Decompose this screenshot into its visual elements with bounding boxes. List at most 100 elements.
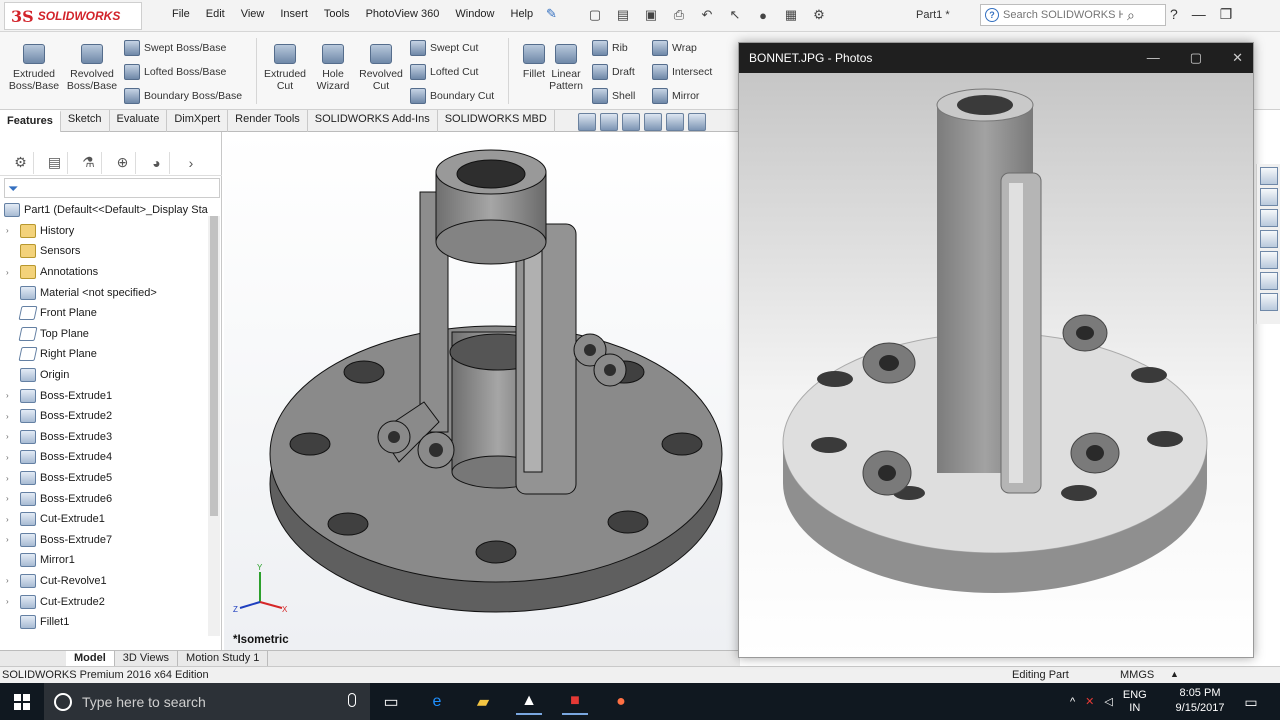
dimxpert-manager-tab-icon[interactable]: ⊕ [110, 151, 136, 174]
tab-model[interactable]: Model [66, 651, 115, 666]
rib-button[interactable]: Rib [592, 40, 628, 56]
view-palette-icon[interactable] [1260, 230, 1278, 248]
menu-view[interactable]: View [233, 8, 273, 20]
tab-mbd[interactable]: SOLIDWORKS MBD [438, 110, 555, 132]
wrap-button[interactable]: Wrap [652, 40, 697, 56]
menu-tools[interactable]: Tools [316, 8, 358, 20]
feature-tree-tab-icon[interactable]: ⚙ [8, 151, 34, 174]
tree-item[interactable]: Right Plane [0, 344, 210, 365]
restore-icon[interactable]: ❐ [1220, 6, 1233, 23]
shell-button[interactable]: Shell [592, 88, 635, 104]
file-explorer-icon[interactable]: ▰ [470, 689, 496, 715]
photos-app-icon[interactable]: ▲ [516, 689, 542, 715]
menu-photoview[interactable]: PhotoView 360 [358, 8, 448, 20]
tree-item[interactable]: › Boss-Extrude3 [0, 427, 210, 448]
tree-item[interactable]: › History [0, 221, 210, 242]
file-explorer-icon[interactable] [1260, 209, 1278, 227]
expand-arrow-icon[interactable]: › [6, 576, 16, 585]
forum-icon[interactable] [1260, 293, 1278, 311]
section-view-icon[interactable] [622, 113, 640, 131]
expand-arrow-icon[interactable]: › [6, 226, 16, 235]
tab-evaluate[interactable]: Evaluate [110, 110, 168, 132]
linear-pattern-button[interactable]: Linear Pattern [540, 44, 592, 92]
pin-icon[interactable]: ✎ [546, 6, 557, 22]
tree-item[interactable]: › Boss-Extrude1 [0, 385, 210, 406]
minimize-icon[interactable]: — [1147, 50, 1160, 66]
task-view-icon[interactable]: ▭ [378, 689, 404, 715]
menu-edit[interactable]: Edit [198, 8, 233, 20]
expand-arrow-icon[interactable]: › [6, 391, 16, 400]
tree-filter[interactable]: ⏷ [4, 178, 220, 198]
search-icon[interactable]: ⌕ [1127, 7, 1135, 24]
tree-root[interactable]: Part1 (Default<<Default>_Display Sta [0, 200, 210, 221]
tree-item[interactable]: › Boss-Extrude4 [0, 447, 210, 468]
rebuild-icon[interactable]: ● [752, 5, 774, 25]
tree-item[interactable]: Mirror1 [0, 550, 210, 571]
undo-icon[interactable]: ↶ [696, 5, 718, 25]
hole-wizard-button[interactable]: Hole Wizard [307, 44, 359, 92]
hide-show-icon[interactable] [688, 113, 706, 131]
minimize-icon[interactable]: — [1192, 6, 1206, 23]
revolved-boss-button[interactable]: Revolved Boss/Base [66, 44, 118, 92]
solidworks-logo[interactable]: 3S SOLIDWORKS [4, 2, 142, 30]
expand-arrow-icon[interactable]: › [6, 494, 16, 503]
tree-item[interactable]: › Cut-Revolve1 [0, 571, 210, 592]
tab-addins[interactable]: SOLIDWORKS Add-Ins [308, 110, 438, 132]
tree-item[interactable]: Top Plane [0, 324, 210, 345]
file-properties-icon[interactable]: ▦ [780, 5, 802, 25]
extruded-boss-button[interactable]: Extruded Boss/Base [8, 44, 60, 92]
tree-scrollbar[interactable] [208, 216, 220, 636]
expand-arrow-icon[interactable]: › [6, 268, 16, 277]
maximize-icon[interactable]: ▢ [1190, 50, 1202, 66]
intersect-button[interactable]: Intersect [652, 64, 712, 80]
action-center-icon[interactable]: ▭ [1238, 689, 1264, 715]
tree-item[interactable]: › Cut-Extrude1 [0, 509, 210, 530]
options-gear-icon[interactable]: ⚙ [808, 5, 830, 25]
microphone-icon[interactable] [348, 693, 356, 707]
close-icon[interactable]: ✕ [1232, 50, 1243, 66]
view-orientation-icon[interactable] [644, 113, 662, 131]
expand-arrow-icon[interactable]: › [6, 535, 16, 544]
tree-item[interactable]: Origin [0, 365, 210, 386]
custom-properties-icon[interactable] [1260, 272, 1278, 290]
units-selector[interactable]: MMGS [1120, 669, 1154, 681]
scrollbar-thumb[interactable] [210, 216, 218, 516]
tab-sketch[interactable]: Sketch [61, 110, 110, 132]
help-icon[interactable]: ? [1170, 6, 1178, 23]
open-folder-icon[interactable]: ▤ [612, 5, 634, 25]
draft-button[interactable]: Draft [592, 64, 635, 80]
revolved-cut-button[interactable]: Revolved Cut [355, 44, 407, 92]
boundary-cut-button[interactable]: Boundary Cut [410, 88, 494, 104]
configuration-manager-tab-icon[interactable]: ⚗ [76, 151, 102, 174]
tab-render-tools[interactable]: Render Tools [228, 110, 308, 132]
tree-item[interactable]: › Boss-Extrude2 [0, 406, 210, 427]
tree-item[interactable]: Fillet1 [0, 612, 210, 633]
property-manager-tab-icon[interactable]: ▤ [42, 151, 68, 174]
tray-chevron-icon[interactable]: ^ [1070, 696, 1075, 708]
print-icon[interactable]: ⎙ [668, 5, 690, 25]
expand-arrow-icon[interactable]: › [6, 597, 16, 606]
recorder-app-icon[interactable]: ● [608, 689, 634, 715]
taskbar-search[interactable]: Type here to search [44, 683, 370, 720]
language-indicator[interactable]: ENG IN [1123, 689, 1147, 715]
tree-item[interactable]: › Cut-Extrude2 [0, 591, 210, 612]
lofted-cut-button[interactable]: Lofted Cut [410, 64, 478, 80]
extruded-cut-button[interactable]: Extruded Cut [259, 44, 311, 92]
save-icon[interactable]: ▣ [640, 5, 662, 25]
network-icon[interactable]: ✕ [1085, 695, 1094, 708]
tab-motion-study[interactable]: Motion Study 1 [178, 651, 269, 666]
tree-item[interactable]: › Annotations [0, 262, 210, 283]
menu-help[interactable]: Help [503, 8, 542, 20]
appearances-icon[interactable] [1260, 251, 1278, 269]
expand-arrow-icon[interactable]: › [6, 515, 16, 524]
tree-item[interactable]: Material <not specified> [0, 282, 210, 303]
expand-arrow-icon[interactable]: › [6, 412, 16, 421]
volume-icon[interactable]: ◁ [1104, 695, 1112, 708]
swept-boss-button[interactable]: Swept Boss/Base [124, 40, 226, 56]
boundary-boss-button[interactable]: Boundary Boss/Base [124, 88, 242, 104]
edge-browser-icon[interactable]: e [424, 689, 450, 715]
help-search-box[interactable]: ? ⌕ [980, 4, 1166, 26]
tree-item[interactable]: Front Plane [0, 303, 210, 324]
design-library-icon[interactable] [1260, 188, 1278, 206]
menu-file[interactable]: File [164, 8, 198, 20]
